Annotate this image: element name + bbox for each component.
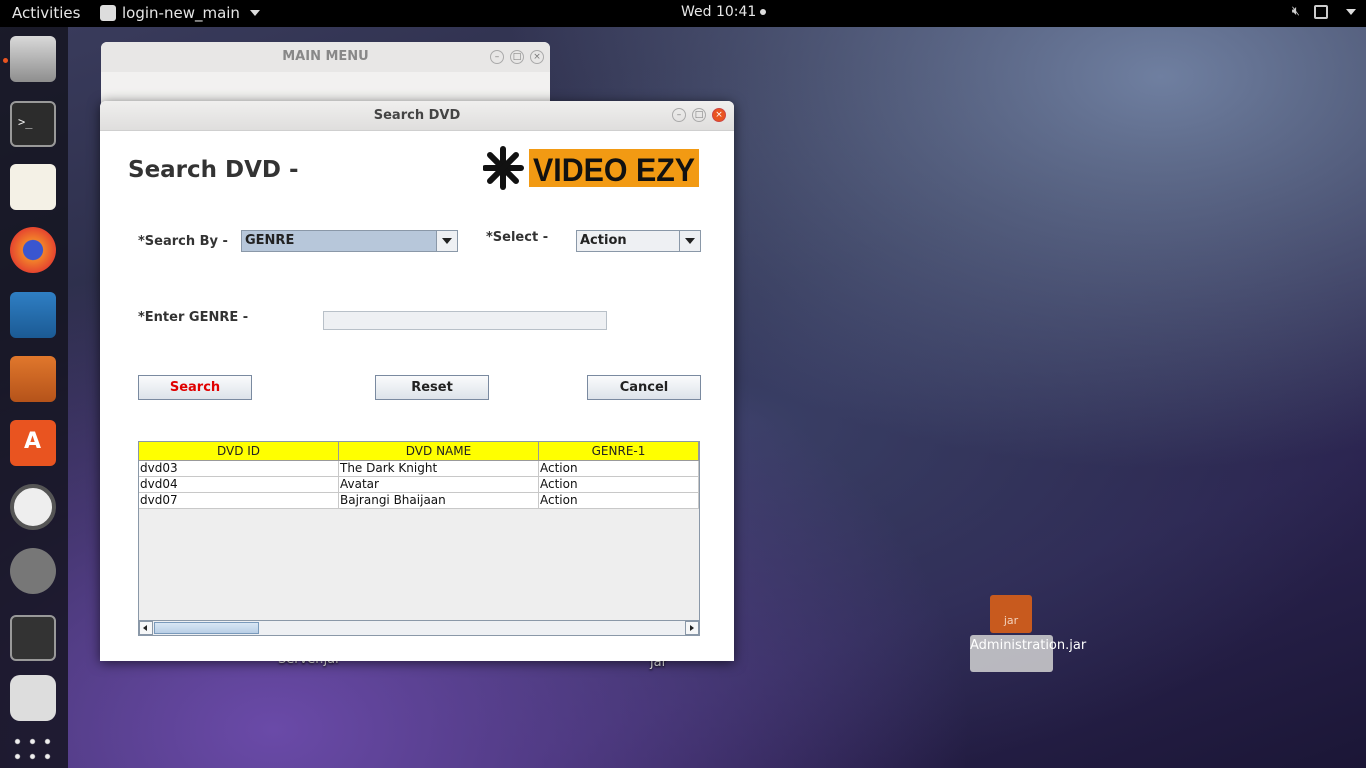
impress-icon[interactable] [10,356,56,402]
horizontal-scrollbar[interactable] [139,620,699,635]
jar-file-icon[interactable]: jar [990,595,1032,633]
column-header[interactable]: DVD ID [139,442,339,461]
desktop: Activities login-new_main Wed 10:41 🔇︎ >… [0,0,1366,768]
window-title: Search DVD [100,101,734,131]
clock-label: Wed 10:41 [681,4,757,20]
close-icon[interactable]: × [712,108,726,122]
window-controls: – □ × [490,50,544,64]
table-cell: Action [539,461,699,477]
scroll-right-icon[interactable] [685,621,699,635]
table-cell: Bajrangi Bhaijaan [339,493,539,509]
running-indicator [3,58,8,63]
table-cell: Action [539,477,699,493]
clock[interactable]: Wed 10:41 [681,4,767,20]
column-header[interactable]: DVD NAME [339,442,539,461]
firefox-icon[interactable] [10,227,56,273]
desktop-icon-label[interactable]: Administration.jar [970,635,1086,672]
search-by-value: GENRE [245,233,295,248]
window-controls: – □ × [672,108,726,122]
remote-icon[interactable] [10,675,56,721]
table-cell: dvd07 [139,493,339,509]
search-button[interactable]: Search [138,375,252,400]
minimize-icon[interactable]: – [490,50,504,64]
genre-input[interactable] [323,311,607,330]
column-header[interactable]: GENRE-1 [539,442,699,461]
text-editor-icon[interactable] [10,164,56,210]
table-header: DVD ID DVD NAME GENRE-1 [139,442,699,461]
reset-button[interactable]: Reset [375,375,489,400]
table-cell: The Dark Knight [339,461,539,477]
system-monitor-icon[interactable] [10,615,56,661]
writer-icon[interactable] [10,292,56,338]
close-icon[interactable]: × [530,50,544,64]
video-ezy-logo: VIDEO EZY [483,146,699,190]
select-dropdown[interactable]: Action [576,230,701,252]
notification-dot-icon [760,9,767,15]
app-grid-icon[interactable] [10,734,56,768]
volume-muted-icon: 🔇︎ [1291,4,1300,19]
java-app-icon [100,5,116,21]
dock: >_ A [0,27,68,768]
software-updater-icon[interactable] [10,484,56,530]
search-by-dropdown[interactable]: GENRE [241,230,458,252]
select-value: Action [580,233,627,248]
scroll-left-icon[interactable] [139,621,153,635]
table-cell: dvd04 [139,477,339,493]
cancel-button[interactable]: Cancel [587,375,701,400]
maximize-icon[interactable]: □ [692,108,706,122]
enter-genre-label: *Enter GENRE - [138,310,249,325]
battery-icon [1314,4,1328,19]
table-row[interactable]: dvd04 Avatar Action [139,477,699,493]
select-label: *Select - [486,230,549,245]
table-row[interactable]: dvd03 The Dark Knight Action [139,461,699,477]
results-table[interactable]: DVD ID DVD NAME GENRE-1 dvd03 The Dark K… [138,441,700,636]
software-center-icon[interactable]: A [10,420,56,466]
chevron-down-icon [249,10,260,16]
system-tray[interactable]: 🔇︎ [1292,4,1356,19]
files-icon[interactable] [10,36,56,82]
settings-icon[interactable] [10,548,56,594]
terminal-icon[interactable]: >_ [10,101,56,147]
table-cell: dvd03 [139,461,339,477]
table-row[interactable]: dvd07 Bajrangi Bhaijaan Action [139,493,699,509]
window-title: MAIN MENU [101,42,550,72]
search-by-label: *Search By - [138,234,228,249]
top-bar: Activities login-new_main Wed 10:41 🔇︎ [0,0,1366,27]
maximize-icon[interactable]: □ [510,50,524,64]
minimize-icon[interactable]: – [672,108,686,122]
scroll-thumb[interactable] [154,622,259,634]
chevron-down-icon[interactable] [679,231,700,251]
chevron-down-icon [1346,8,1356,15]
logo-text: VIDEO EZY [533,152,695,188]
activities-button[interactable]: Activities [12,4,80,22]
app-menu-label: login-new_main [122,4,240,22]
table-cell: Action [539,493,699,509]
chevron-down-icon[interactable] [436,231,457,251]
table-cell: Avatar [339,477,539,493]
page-title: Search DVD - [128,157,299,183]
search-dvd-window: Search DVD – □ × Search DVD - VIDEO EZY … [100,101,734,661]
app-menu[interactable]: login-new_main [100,4,260,22]
